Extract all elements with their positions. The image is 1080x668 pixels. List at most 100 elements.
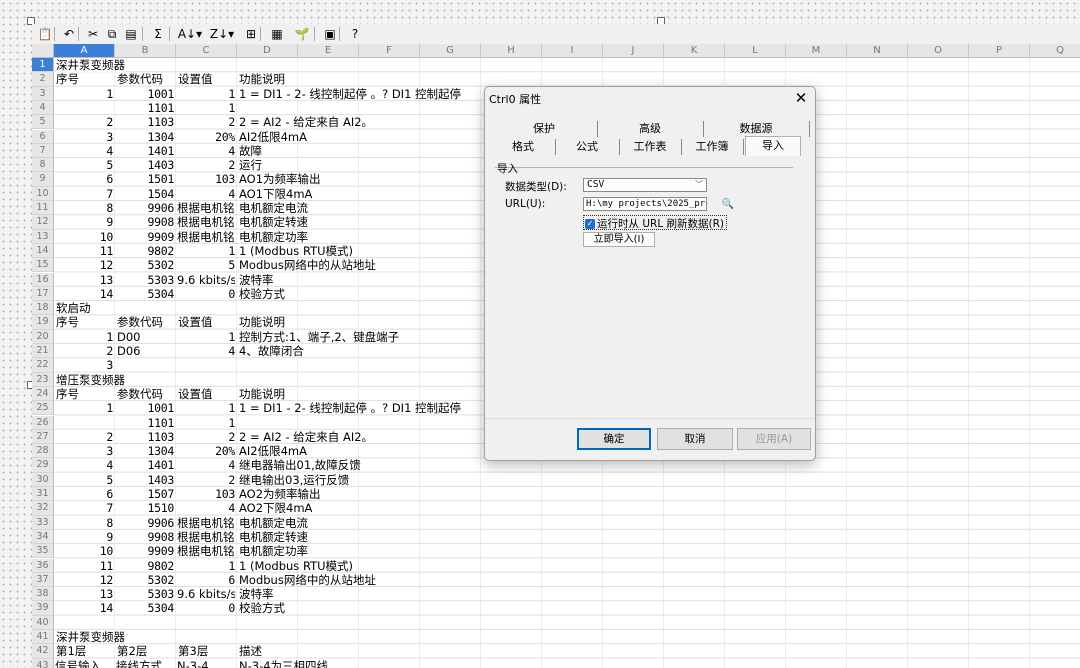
cell-d30[interactable]: 继电输出03,运行反馈 — [239, 473, 349, 487]
row-header-38[interactable]: 38 — [32, 587, 54, 602]
cell-a8[interactable]: 5 — [55, 158, 113, 172]
cell-b16[interactable]: 5303 — [116, 273, 175, 287]
column-header-q[interactable]: Q — [1030, 44, 1080, 58]
row-header-34[interactable]: 34 — [32, 529, 54, 545]
cancel-button[interactable]: 取消 — [657, 428, 733, 450]
cell-b7[interactable]: 1401 — [116, 144, 175, 158]
row-header-11[interactable]: 11 — [32, 201, 54, 216]
cell-b43[interactable]: 接线方式 — [116, 659, 174, 668]
cell-d36[interactable]: 1 (Modbus RTU模式) — [239, 559, 353, 573]
column-header-c[interactable]: C — [176, 44, 237, 58]
cell-a38[interactable]: 13 — [55, 587, 114, 601]
cell-d27[interactable]: 2 = AI2 - 给定来自 AI2。 — [239, 430, 373, 444]
cell-a10[interactable]: 7 — [55, 187, 113, 201]
row-header-28[interactable]: 28 — [32, 444, 54, 459]
row-header-10[interactable]: 10 — [32, 186, 54, 201]
cell-b38[interactable]: 5303 — [116, 587, 175, 601]
tab-import[interactable]: 导入 — [745, 136, 801, 156]
cut-icon[interactable]: ✂ — [84, 25, 102, 43]
cell-d8[interactable]: 运行 — [239, 158, 262, 172]
cell-b31[interactable]: 1507 — [116, 487, 175, 501]
cell-b32[interactable]: 1510 — [116, 501, 175, 515]
cell-b4[interactable]: 1101 — [116, 101, 175, 115]
cell-a5[interactable]: 2 — [55, 115, 113, 129]
column-header-o[interactable]: O — [908, 44, 969, 58]
cell-c14[interactable]: 1 — [177, 244, 235, 258]
row-header-25[interactable]: 25 — [32, 401, 54, 416]
cell-d24[interactable]: 功能说明 — [239, 387, 285, 401]
cell-a35[interactable]: 10 — [55, 544, 114, 558]
column-header-l[interactable]: L — [725, 44, 786, 58]
cell-c28[interactable]: 20% — [177, 444, 235, 458]
cell-c43[interactable]: N-3-4 — [177, 659, 235, 668]
cell-a3[interactable]: 1 — [55, 87, 113, 101]
url-field[interactable]: H:\my projects\2025_proj — [583, 197, 707, 211]
row-header-17[interactable]: 17 — [32, 286, 54, 302]
row-header-36[interactable]: 36 — [32, 558, 54, 573]
cell-d25[interactable]: 1 = DI1 - 2- 线控制起停 。? DI1 控制起停 — [239, 401, 461, 415]
cell-a17[interactable]: 14 — [55, 287, 114, 301]
cell-d32[interactable]: AO2下限4mA — [239, 501, 312, 515]
cell-d19[interactable]: 功能说明 — [239, 315, 285, 329]
cell-d13[interactable]: 电机额定功率 — [239, 230, 308, 244]
row-header-2[interactable]: 2 — [32, 72, 54, 87]
cell-b21[interactable]: D06 — [117, 344, 141, 358]
row-header-8[interactable]: 8 — [32, 158, 54, 173]
cell-a14[interactable]: 11 — [55, 244, 114, 258]
row-header-1[interactable]: 1 — [32, 58, 54, 73]
cell-b20[interactable]: D00 — [117, 330, 141, 344]
cell-a32[interactable]: 7 — [55, 501, 113, 515]
cell-b33[interactable]: 9906 — [116, 516, 175, 530]
column-header-g[interactable]: G — [420, 44, 481, 58]
column-header-p[interactable]: P — [969, 44, 1030, 58]
format-icon[interactable]: ▦ — [268, 25, 286, 43]
cell-a31[interactable]: 6 — [55, 487, 113, 501]
cell-d20[interactable]: 控制方式:1、端子,2、键盘端子 — [239, 330, 399, 344]
cell-c30[interactable]: 2 — [177, 473, 235, 487]
column-header-e[interactable]: E — [298, 44, 359, 58]
cell-d43[interactable]: N-3-4为三相四线 — [239, 659, 328, 668]
column-header-f[interactable]: F — [359, 44, 420, 58]
cell-b13[interactable]: 9909 — [116, 230, 175, 244]
row-header-30[interactable]: 30 — [32, 472, 54, 487]
tab-formula[interactable]: 公式 — [555, 139, 620, 155]
column-header-h[interactable]: H — [481, 44, 542, 58]
close-icon[interactable]: ✕ — [791, 88, 811, 108]
cell-d11[interactable]: 电机额定电流 — [239, 201, 308, 215]
cell-b9[interactable]: 1501 — [116, 172, 175, 186]
cell-a18[interactable]: 软启动 — [56, 301, 91, 315]
cell-d34[interactable]: 电机额定转速 — [239, 530, 308, 544]
cell-a24[interactable]: 序号 — [56, 387, 79, 401]
cell-a29[interactable]: 4 — [55, 458, 113, 472]
cell-d33[interactable]: 电机额定电流 — [239, 516, 308, 530]
tab-worksheet[interactable]: 工作表 — [619, 139, 682, 155]
column-header-m[interactable]: M — [786, 44, 847, 58]
cell-a42[interactable]: 第1层 — [56, 644, 86, 658]
cell-c34[interactable]: 根据电机铭牌 — [177, 530, 235, 544]
cell-c5[interactable]: 2 — [177, 115, 235, 129]
row-header-35[interactable]: 35 — [32, 544, 54, 559]
cell-c13[interactable]: 根据电机铭牌 — [177, 230, 235, 244]
browse-folder-icon[interactable]: 🔍 — [721, 198, 735, 211]
column-header-k[interactable]: K — [664, 44, 725, 58]
cell-c15[interactable]: 5 — [177, 258, 235, 272]
cell-a30[interactable]: 5 — [55, 473, 113, 487]
cell-a43[interactable]: 信号输入 — [55, 659, 113, 668]
cell-c3[interactable]: 1 — [177, 87, 235, 101]
cell-c24[interactable]: 设置值 — [178, 387, 213, 401]
cell-b42[interactable]: 第2层 — [117, 644, 147, 658]
cell-b3[interactable]: 1001 — [116, 87, 175, 101]
cell-a23[interactable]: 增压泵变频器 — [56, 373, 125, 387]
cell-d12[interactable]: 电机额定转速 — [239, 215, 308, 229]
column-header-b[interactable]: B — [115, 44, 176, 58]
cell-b24[interactable]: 参数代码 — [117, 387, 163, 401]
select-all-corner[interactable] — [32, 44, 54, 58]
cell-b35[interactable]: 9909 — [116, 544, 175, 558]
cell-a9[interactable]: 6 — [55, 172, 113, 186]
cell-c8[interactable]: 2 — [177, 158, 235, 172]
row-header-19[interactable]: 19 — [32, 315, 54, 330]
cell-c29[interactable]: 4 — [177, 458, 235, 472]
cell-a1[interactable]: 深井泵变频器 — [56, 58, 125, 73]
cell-c2[interactable]: 设置值 — [178, 72, 213, 86]
sort-desc-icon[interactable]: Z↓▾ — [208, 25, 236, 43]
